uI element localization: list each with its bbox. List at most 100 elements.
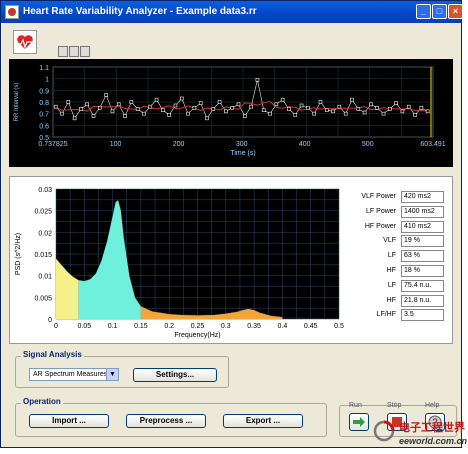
rr-point — [91, 114, 96, 118]
metric-label: LF/HF — [376, 311, 396, 319]
rr-point — [350, 97, 354, 102]
psd-panel: 0.03 0.025 0.02 0.015 0.01 0.005 0 0 0.05 0.1 0.15… — [9, 176, 453, 344]
rr-point — [381, 111, 386, 116]
metric-value: 63 % — [401, 250, 444, 263]
watermark-logo: 电子工程世界 eeworld.com.cn — [373, 416, 468, 452]
maximize-button[interactable]: □ — [432, 4, 447, 19]
operation-title: Operation — [21, 397, 63, 406]
rr-point — [318, 100, 323, 104]
x-axis-label: Time (s) — [230, 150, 255, 157]
rr-point — [394, 101, 398, 105]
rr-point — [186, 111, 190, 116]
psd-x-tick-label: 0.05 — [77, 323, 91, 330]
rr-point — [362, 110, 367, 115]
rr-point — [110, 109, 115, 114]
x-tick-label: 200 — [173, 141, 185, 148]
psd-x-tick-label: 0.5 — [334, 323, 344, 330]
close-button[interactable]: × — [448, 4, 463, 19]
rr-point — [224, 109, 228, 114]
metric-value: 3.5 — [401, 309, 444, 322]
psd-x-tick-label: 0.3 — [221, 323, 231, 330]
rr-point — [324, 108, 329, 112]
rr-point — [142, 111, 146, 116]
rr-point — [230, 106, 235, 110]
rr-point — [255, 78, 260, 82]
rr-point — [135, 107, 140, 111]
rr-point — [413, 113, 417, 117]
chevron-down-icon[interactable]: ▼ — [106, 369, 118, 380]
rr-point — [249, 104, 253, 109]
y-tick-label: 1 — [45, 77, 49, 84]
metric-label: HF Power — [364, 222, 396, 230]
window-title: Heart Rate Variability Analyzer - Exampl… — [23, 6, 257, 17]
run-arrow-icon — [353, 417, 365, 427]
watermark-icon — [373, 420, 395, 442]
psd-x-tick-label: 0.25 — [191, 323, 205, 330]
psd-x-tick-label: 0.45 — [304, 323, 318, 330]
metric-label: LF — [387, 252, 396, 260]
watermark-domain: eeworld.com.cn — [399, 436, 468, 446]
rr-point — [79, 107, 83, 111]
rr-point — [53, 104, 58, 109]
metric-value: 410 ms2 — [401, 220, 444, 233]
run-button[interactable] — [349, 413, 369, 431]
metric-value: 1400 ms2 — [401, 205, 444, 218]
rr-point — [205, 116, 209, 121]
rr-point — [388, 107, 392, 111]
rr-point — [85, 102, 90, 107]
rr-point — [268, 111, 272, 116]
rr-point — [154, 97, 159, 102]
metric-label: LF Power — [366, 207, 396, 215]
rr-point — [66, 100, 71, 104]
export-button[interactable]: Export ... — [223, 414, 303, 428]
rr-point — [60, 111, 64, 116]
rr-point — [375, 106, 380, 110]
metric-label: HF — [386, 296, 396, 304]
metric-value: 420 ms2 — [401, 191, 444, 203]
rr-point — [293, 113, 298, 117]
y-tick-label: 0.8 — [39, 100, 49, 107]
y-tick-label: 1.1 — [39, 65, 49, 72]
psd-x-tick-label: 0 — [54, 323, 58, 330]
psd-x-axis-label: Frequency(Hz) — [174, 332, 220, 339]
watermark-cn: 电子工程世界 — [399, 422, 465, 434]
rr-point — [236, 102, 241, 107]
y-axis-label: RR Interval (s) — [14, 83, 20, 122]
psd-y-tick-label: 0.015 — [34, 252, 52, 259]
app-icon — [5, 5, 19, 19]
preprocess-button[interactable]: Preprocess ... — [126, 414, 206, 428]
rr-point — [211, 107, 216, 111]
rr-point — [287, 107, 291, 111]
heart-rate-icon — [13, 30, 37, 54]
psd-x-tick-label: 0.35 — [247, 323, 261, 330]
psd-y-axis-label: PSD (s^2/Hz) — [15, 233, 22, 275]
settings-button[interactable]: Settings... — [133, 368, 217, 382]
import-button[interactable]: Import ... — [29, 414, 109, 428]
x-tick-label: 100 — [110, 141, 122, 148]
rr-point — [343, 111, 348, 116]
rr-point — [261, 108, 266, 112]
rr-point — [173, 103, 178, 108]
rr-point — [167, 113, 171, 117]
title-bar: Heart Rate Variability Analyzer - Exampl… — [1, 1, 463, 23]
rr-point — [331, 109, 335, 114]
minimize-button[interactable]: _ — [416, 4, 431, 19]
rr-point — [243, 114, 247, 118]
metric-label: HF — [386, 267, 396, 274]
x-tick-label: 300 — [236, 141, 248, 148]
rr-point — [179, 96, 184, 101]
psd-y-tick-label: 0.005 — [34, 295, 52, 302]
rr-point — [337, 104, 342, 109]
rr-point — [192, 106, 197, 110]
psd-x-tick-label: 0.15 — [134, 323, 148, 330]
graph-palette[interactable] — [58, 46, 90, 58]
analysis-method-select[interactable]: AR Spectrum Measures ▼ — [29, 368, 119, 381]
run-label: Run — [349, 402, 362, 409]
rr-point — [72, 116, 77, 121]
pan-tool-icon[interactable] — [80, 46, 90, 57]
signal-analysis-title: Signal Analysis — [21, 350, 84, 359]
zoom-tool-icon[interactable] — [69, 46, 79, 57]
rr-point — [116, 102, 121, 107]
rr-point — [419, 106, 424, 110]
cursor-tool-icon[interactable] — [58, 46, 68, 57]
